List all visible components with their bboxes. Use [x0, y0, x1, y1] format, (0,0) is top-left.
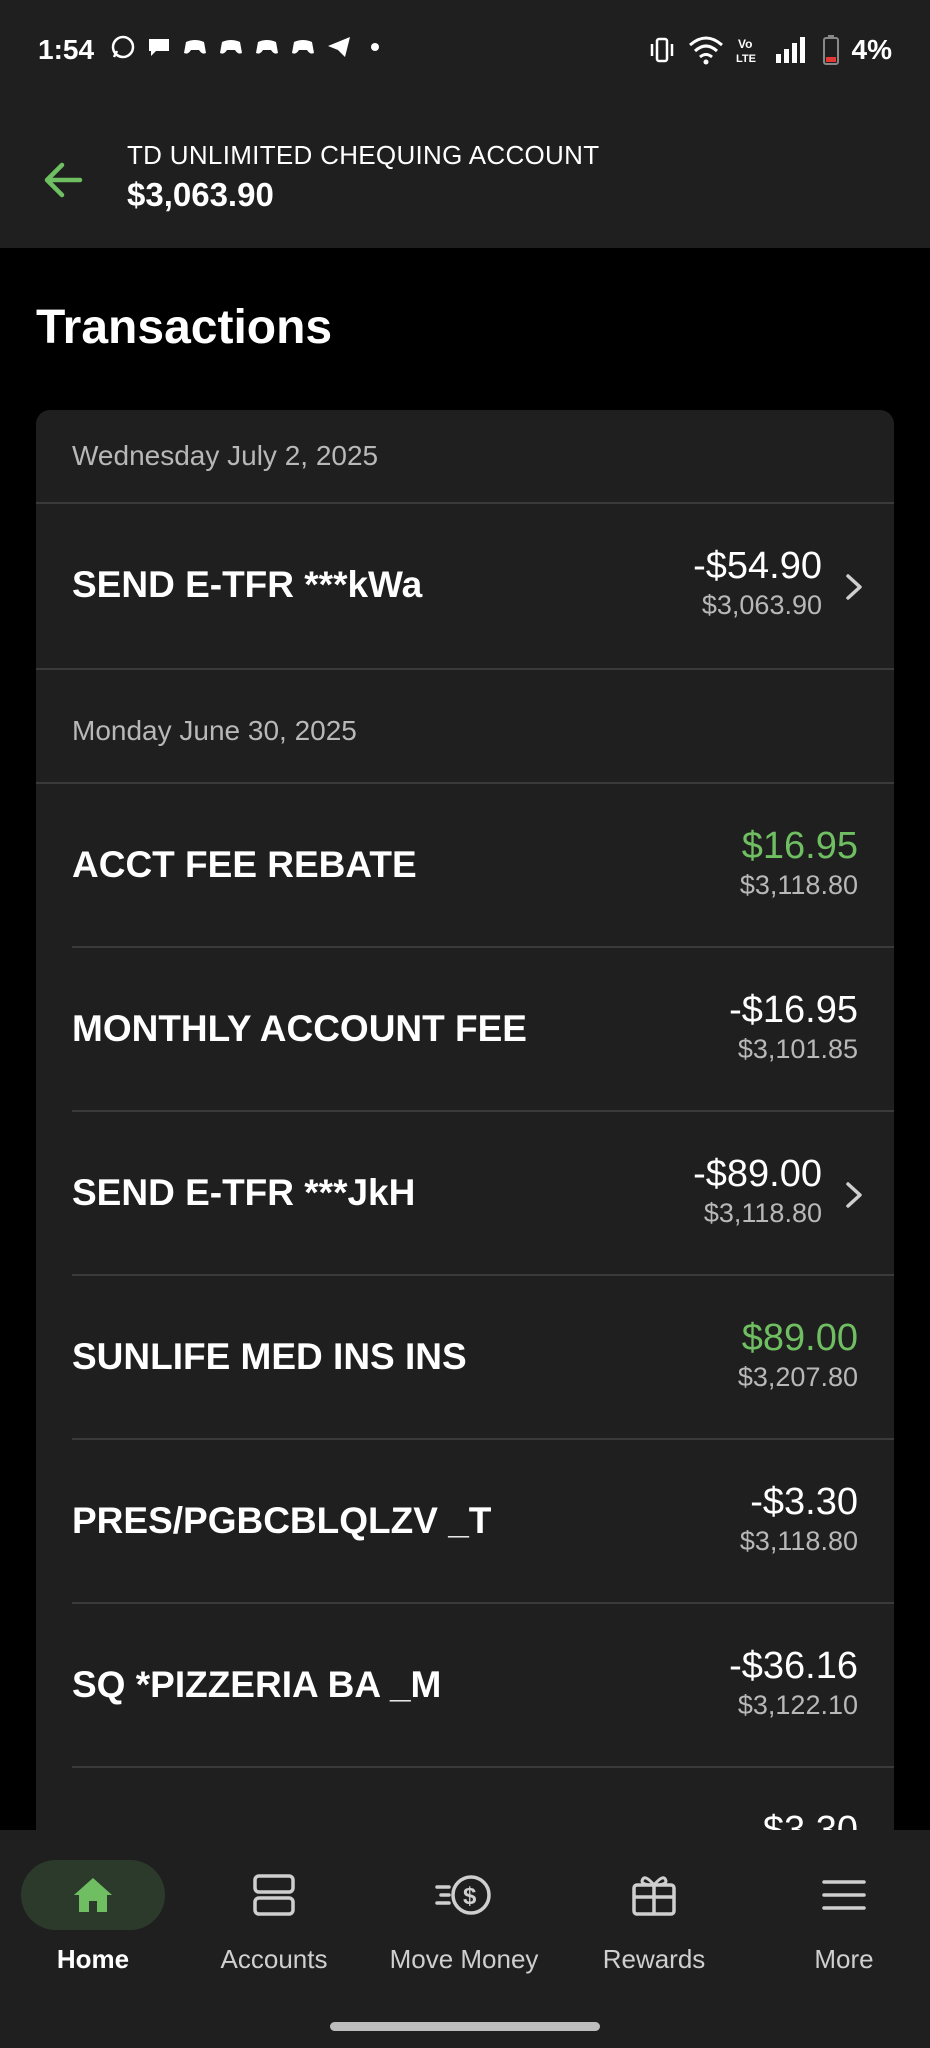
transaction-description: SEND E-TFR ***JkH	[72, 1172, 416, 1213]
page-title: Transactions	[36, 301, 333, 354]
transaction-amount: -$16.95	[729, 989, 858, 1031]
menu-icon	[772, 1860, 916, 1930]
transaction-row[interactable]: SQ *PIZZERIA BA _M -$36.16 $3,122.10	[36, 1604, 894, 1768]
date-header: Wednesday July 2, 2025	[36, 410, 894, 504]
transaction-amounts: $16.95 $3,118.80	[740, 824, 858, 902]
transaction-row[interactable]: -$3.30	[36, 1768, 894, 1830]
volte-icon: Vo LTE	[736, 37, 756, 65]
more-notifications-icon	[371, 43, 379, 51]
transaction-description: SQ *PIZZERIA BA _M	[72, 1664, 442, 1705]
running-balance: $3,207.80	[737, 1362, 858, 1392]
bottom-navigation: Home Accounts $ Move Money Rewards More	[0, 1830, 930, 2048]
home-indicator[interactable]	[330, 2022, 600, 2031]
game-controller-icon	[292, 40, 314, 54]
nav-label: Accounts	[220, 1944, 328, 1974]
nav-accounts[interactable]: Accounts	[181, 1860, 367, 1975]
transaction-amounts: -$89.00 $3,118.80	[693, 1152, 822, 1230]
transaction-amount: -$89.00	[693, 1153, 822, 1195]
transaction-amount: -$54.90	[693, 545, 822, 587]
nav-rewards[interactable]: Rewards	[561, 1860, 747, 1975]
svg-text:$: $	[463, 1883, 477, 1910]
running-balance: $3,063.90	[701, 590, 822, 620]
gift-icon	[582, 1860, 726, 1930]
transaction-description: MONTHLY ACCOUNT FEE	[72, 1008, 527, 1049]
transaction-row[interactable]: MONTHLY ACCOUNT FEE -$16.95 $3,101.85	[36, 948, 894, 1112]
running-balance: $3,118.80	[703, 1198, 822, 1228]
battery-percent: 4%	[851, 34, 892, 65]
vibrate-icon	[650, 37, 673, 63]
nav-more[interactable]: More	[751, 1860, 930, 1975]
running-balance: $3,118.80	[739, 1526, 858, 1556]
transaction-amount: -$3.30	[750, 1809, 858, 1830]
date-header: Monday June 30, 2025	[36, 668, 894, 784]
game-controller-icon	[256, 40, 278, 54]
transaction-amounts: $89.00 $3,207.80	[738, 1316, 858, 1394]
transaction-description: ACCT FEE REBATE	[72, 844, 417, 885]
nav-label: Home	[56, 1944, 130, 1974]
nav-label: Rewards	[602, 1944, 706, 1974]
running-balance: $3,118.80	[739, 870, 858, 900]
wifi-icon	[688, 36, 723, 65]
transaction-amount: $16.95	[741, 825, 858, 867]
accounts-icon	[202, 1860, 346, 1930]
transaction-row[interactable]: PRES/PGBCBLQLZV _T -$3.30 $3,118.80	[36, 1440, 894, 1604]
transaction-row[interactable]: SUNLIFE MED INS INS $89.00 $3,207.80	[36, 1276, 894, 1440]
transaction-amounts: -$3.30 $3,118.80	[740, 1480, 858, 1558]
svg-text:Vo: Vo	[738, 37, 752, 51]
transaction-amount: -$36.16	[729, 1645, 858, 1687]
status-bar: 1:54 Vo LTE 4%	[0, 0, 930, 104]
account-name: TD UNLIMITED CHEQUING ACCOUNT	[127, 140, 600, 170]
transaction-description: PRES/PGBCBLQLZV _T	[72, 1500, 492, 1541]
transaction-amounts: -$54.90 $3,063.90	[693, 544, 822, 622]
nav-label: Move Money	[389, 1944, 539, 1974]
transaction-row[interactable]: SEND E-TFR ***JkH -$89.00 $3,118.80	[36, 1112, 894, 1276]
nav-label: More	[814, 1944, 874, 1974]
system-status: Vo LTE 4%	[648, 34, 892, 66]
status-time: 1:54	[38, 34, 95, 65]
move-money-icon: $	[392, 1860, 536, 1930]
account-header: TD UNLIMITED CHEQUING ACCOUNT $3,063.90	[0, 104, 930, 248]
transaction-description: SEND E-TFR ***kWa	[72, 564, 423, 605]
transaction-row[interactable]: ACCT FEE REBATE $16.95 $3,118.80	[36, 784, 894, 948]
transaction-amount: $89.00	[741, 1317, 858, 1359]
running-balance: $3,101.85	[737, 1034, 858, 1064]
battery-icon	[822, 35, 839, 65]
transactions-list: Wednesday July 2, 2025 SEND E-TFR ***kWa…	[36, 410, 894, 1830]
transaction-amounts: -$16.95 $3,101.85	[729, 988, 858, 1066]
transaction-amount: -$3.30	[750, 1481, 858, 1523]
home-icon	[21, 1860, 165, 1930]
chevron-right-icon	[846, 1182, 862, 1208]
chat-bubble-icon	[149, 39, 169, 56]
transaction-amounts: -$36.16 $3,122.10	[729, 1644, 858, 1722]
signal-icon	[775, 37, 805, 63]
running-balance: $3,122.10	[737, 1690, 858, 1720]
transaction-row[interactable]: SEND E-TFR ***kWa -$54.90 $3,063.90	[36, 504, 894, 668]
back-arrow-icon[interactable]	[36, 152, 92, 208]
chevron-right-icon	[846, 574, 862, 600]
whatsapp-icon	[111, 35, 135, 59]
nav-home[interactable]: Home	[0, 1860, 186, 1975]
telegram-icon	[328, 37, 350, 57]
svg-text:LTE: LTE	[736, 53, 756, 65]
game-controller-icon	[220, 40, 242, 54]
account-balance: $3,063.90	[127, 176, 274, 213]
transaction-description: SUNLIFE MED INS INS	[72, 1336, 467, 1377]
transaction-amounts: -$3.30	[750, 1808, 858, 1830]
notification-icons	[110, 34, 388, 60]
game-controller-icon	[184, 40, 206, 54]
nav-move-money[interactable]: $ Move Money	[371, 1860, 557, 1975]
